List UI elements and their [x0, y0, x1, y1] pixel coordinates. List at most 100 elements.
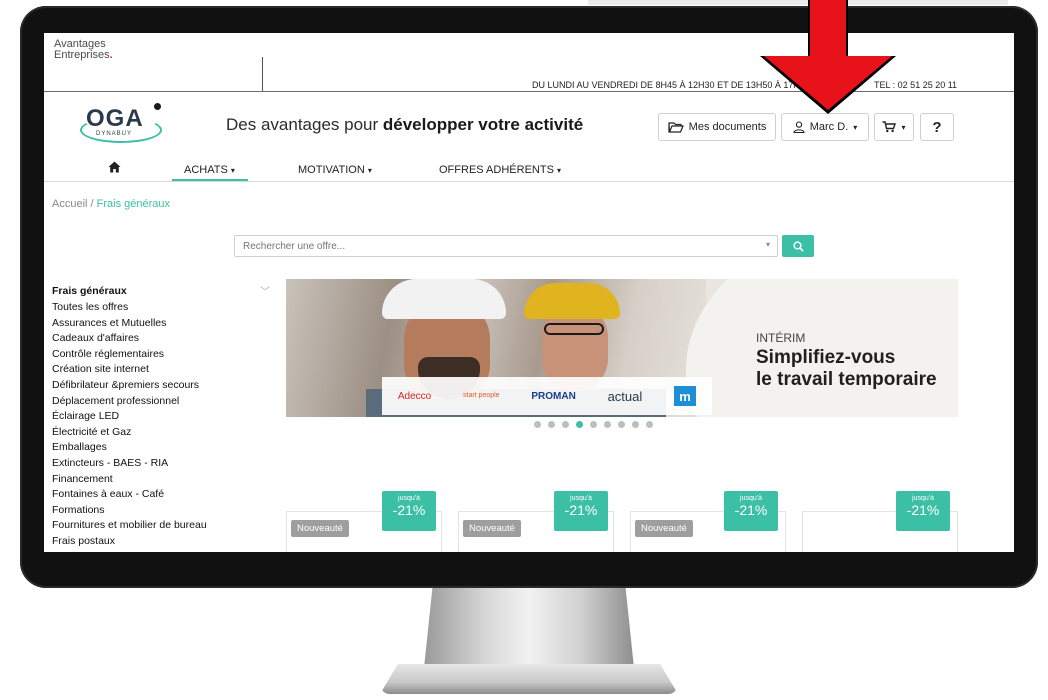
- cart-button[interactable]: ▾: [874, 113, 914, 141]
- brand-dot: .: [109, 49, 113, 61]
- discount-upto: jusqu'à: [912, 495, 934, 502]
- proman-logo: PROMAN: [531, 390, 576, 402]
- tagline-prefix: Des avantages pour: [226, 115, 383, 134]
- category-item[interactable]: Fontaines à eaux - Café: [52, 487, 207, 503]
- category-item[interactable]: Financement: [52, 472, 207, 488]
- discount-upto: jusqu'à: [740, 495, 762, 502]
- oga-logo-dot: [154, 103, 161, 110]
- carousel-dot[interactable]: [562, 421, 569, 428]
- chevron-down-icon: ▾: [901, 122, 906, 132]
- start-people-logo: start people: [463, 392, 500, 399]
- breadcrumb: Accueil / Frais généraux: [52, 198, 170, 210]
- chevron-down-icon: ▾: [556, 166, 561, 175]
- adecco-logo: Adecco: [397, 390, 432, 402]
- category-item[interactable]: Fournitures et mobilier de bureau: [52, 518, 207, 534]
- chevron-down-icon[interactable]: ▾: [766, 240, 770, 249]
- category-item[interactable]: Éclairage LED: [52, 409, 207, 425]
- tagline-bold: développer votre activité: [382, 115, 584, 134]
- actual-logo: actual: [607, 388, 643, 404]
- nav-offres-label: OFFRES ADHÉRENTS: [439, 164, 554, 176]
- documents-button[interactable]: Mes documents: [658, 113, 776, 141]
- category-item[interactable]: Frais postaux: [52, 534, 207, 550]
- carousel-dot[interactable]: [604, 421, 611, 428]
- category-item[interactable]: Création site internet: [52, 362, 207, 378]
- carousel-dot[interactable]: [548, 421, 555, 428]
- category-item[interactable]: Défibrilateur &premiers secours: [52, 378, 207, 394]
- nav-separator: [44, 181, 1014, 182]
- banner-glasses: [544, 323, 604, 335]
- cart-icon: [882, 121, 897, 133]
- banner-title-line2: le travail temporaire: [756, 369, 937, 390]
- category-item[interactable]: Extincteurs - BAES - RIA: [52, 456, 207, 472]
- nav-offres-adherents[interactable]: OFFRES ADHÉRENTS ▾: [439, 164, 561, 176]
- oga-logo-sub: DYNABUY: [96, 131, 133, 137]
- chevron-down-icon: ▾: [367, 166, 372, 175]
- monitor-stand-neck: [424, 588, 634, 668]
- nav-motivation[interactable]: MOTIVATION ▾: [298, 164, 372, 176]
- search-button[interactable]: [782, 235, 814, 257]
- banner-hard-hat-white: [382, 279, 506, 319]
- category-title[interactable]: Frais généraux: [52, 285, 127, 297]
- discount-value: -21%: [392, 502, 426, 518]
- nav-achats-label: ACHATS: [184, 164, 228, 176]
- red-arrow-icon: [808, 0, 848, 58]
- category-item[interactable]: Contrôle réglementaires: [52, 347, 207, 363]
- carousel-dot[interactable]: [646, 421, 653, 428]
- category-item[interactable]: Emballages: [52, 440, 207, 456]
- discount-value: -21%: [564, 502, 598, 518]
- category-item[interactable]: Assurances et Mutuelles: [52, 316, 207, 332]
- discount-badge: jusqu'à -21%: [554, 491, 608, 531]
- nav-motivation-label: MOTIVATION: [298, 164, 365, 176]
- breadcrumb-home[interactable]: Accueil: [52, 198, 87, 210]
- chevron-down-icon[interactable]: ﹀: [260, 283, 270, 298]
- carousel-dot[interactable]: [534, 421, 541, 428]
- carousel-dot-active[interactable]: [576, 421, 583, 428]
- oga-logo[interactable]: OGA DYNABUY: [80, 101, 162, 145]
- category-item[interactable]: Formations: [52, 503, 207, 519]
- home-icon[interactable]: [108, 161, 121, 176]
- documents-button-label: Mes documents: [688, 121, 767, 133]
- brand-line2: Entreprises: [54, 49, 110, 61]
- banner-title-line1: Simplifiez-vous: [756, 347, 896, 368]
- category-item[interactable]: Électricité et Gaz: [52, 425, 207, 441]
- nav-achats[interactable]: ACHATS ▾: [184, 164, 235, 176]
- user-name-label: Marc D.: [809, 121, 849, 133]
- carousel-dot[interactable]: [618, 421, 625, 428]
- category-item[interactable]: Déplacement professionnel: [52, 394, 207, 410]
- carousel-dots: [534, 421, 653, 428]
- new-badge: Nouveauté: [291, 520, 349, 537]
- banner-hard-hat-yellow: [524, 283, 620, 319]
- discount-upto: jusqu'à: [398, 495, 420, 502]
- promo-banner[interactable]: Adecco start people PROMAN actual m INTÉ…: [286, 279, 958, 417]
- discount-badge: jusqu'à -21%: [896, 491, 950, 531]
- category-item[interactable]: Cadeaux d'affaires: [52, 331, 207, 347]
- chevron-down-icon: ▾: [230, 166, 235, 175]
- new-badge: Nouveauté: [635, 520, 693, 537]
- category-item[interactable]: Toutes les offres: [52, 300, 207, 316]
- folder-open-icon: [668, 122, 684, 133]
- page-tagline: Des avantages pour développer votre acti…: [226, 115, 583, 135]
- m-logo: m: [674, 386, 697, 406]
- breadcrumb-separator: /: [87, 198, 97, 210]
- help-button[interactable]: ?: [920, 113, 954, 141]
- partner-logos: Adecco start people PROMAN actual m: [382, 377, 712, 415]
- discount-badge: jusqu'à -21%: [382, 491, 436, 531]
- user-icon: [793, 121, 805, 133]
- chevron-down-icon: ▾: [853, 122, 858, 132]
- oga-logo-text: OGA: [86, 105, 144, 132]
- monitor-stand-base: [380, 664, 678, 694]
- breadcrumb-current: Frais généraux: [96, 198, 171, 210]
- banner-eyebrow: INTÉRIM: [756, 331, 806, 345]
- discount-upto: jusqu'à: [570, 495, 592, 502]
- avantages-entreprises-logo[interactable]: Avantages Entreprises.: [54, 39, 174, 61]
- banner-title: Simplifiez-vous le travail temporaire: [756, 347, 937, 391]
- search-icon: [792, 240, 804, 252]
- user-menu-button[interactable]: Marc D. ▾: [781, 113, 869, 141]
- new-badge: Nouveauté: [463, 520, 521, 537]
- carousel-dot[interactable]: [590, 421, 597, 428]
- search-input[interactable]: [234, 235, 778, 257]
- discount-value: -21%: [906, 502, 940, 518]
- carousel-dot[interactable]: [632, 421, 639, 428]
- header-divider: [262, 57, 263, 91]
- red-arrow-head: [764, 56, 892, 110]
